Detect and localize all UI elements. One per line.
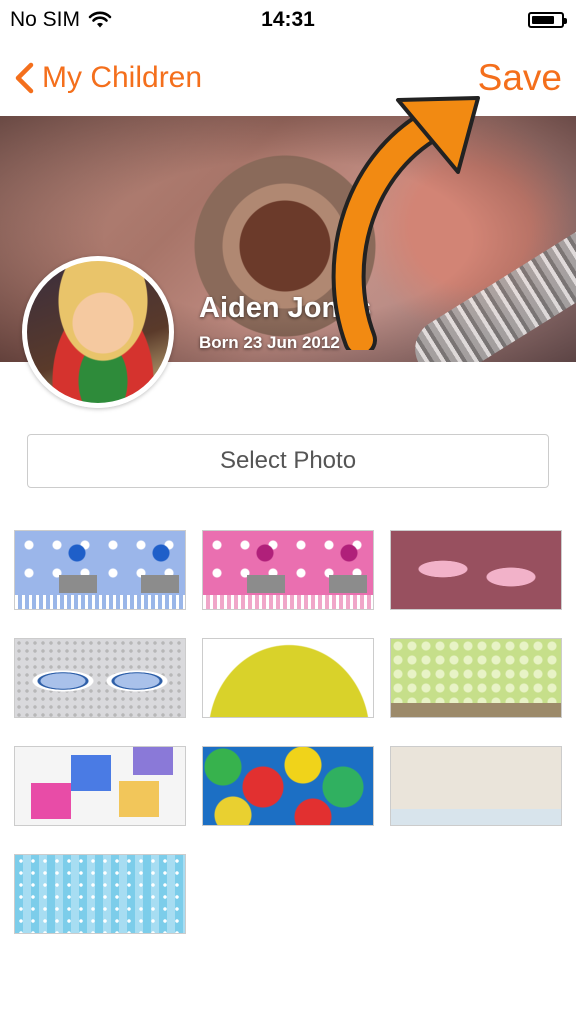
cover-option-cartoon-animals[interactable] xyxy=(202,638,374,718)
cover-option-nursery-room[interactable] xyxy=(390,746,562,826)
back-button[interactable]: My Children xyxy=(14,61,202,95)
avatar[interactable] xyxy=(22,256,174,408)
cover-option-green-nursery[interactable] xyxy=(390,638,562,718)
cover-option-colored-balls[interactable] xyxy=(202,746,374,826)
wifi-icon xyxy=(88,11,112,28)
cover-option-blue-stripes[interactable] xyxy=(14,854,186,934)
cover-photo-detail xyxy=(403,201,576,362)
child-name: Aiden Jones xyxy=(199,292,372,324)
battery-icon xyxy=(528,12,567,28)
battery-fill xyxy=(532,16,555,24)
select-photo-button[interactable]: Select Photo xyxy=(27,434,549,488)
cover-option-abc-blocks[interactable] xyxy=(14,746,186,826)
cover-option-pink-baby-shoes[interactable] xyxy=(390,530,562,610)
carrier-group: No SIM xyxy=(10,8,112,32)
cover-option-pink-flowers[interactable] xyxy=(202,530,374,610)
save-button[interactable]: Save xyxy=(478,57,562,99)
child-birth-date: Born 23 Jun 2012 xyxy=(199,333,340,352)
status-bar: No SIM 14:31 xyxy=(0,0,576,40)
chevron-left-icon xyxy=(15,62,34,94)
cover-option-blue-footprints[interactable] xyxy=(14,638,186,718)
cover-option-blue-flowers[interactable] xyxy=(14,530,186,610)
back-button-label: My Children xyxy=(42,61,203,94)
carrier-label: No SIM xyxy=(10,8,81,31)
navigation-bar: My Children Save xyxy=(0,40,576,116)
